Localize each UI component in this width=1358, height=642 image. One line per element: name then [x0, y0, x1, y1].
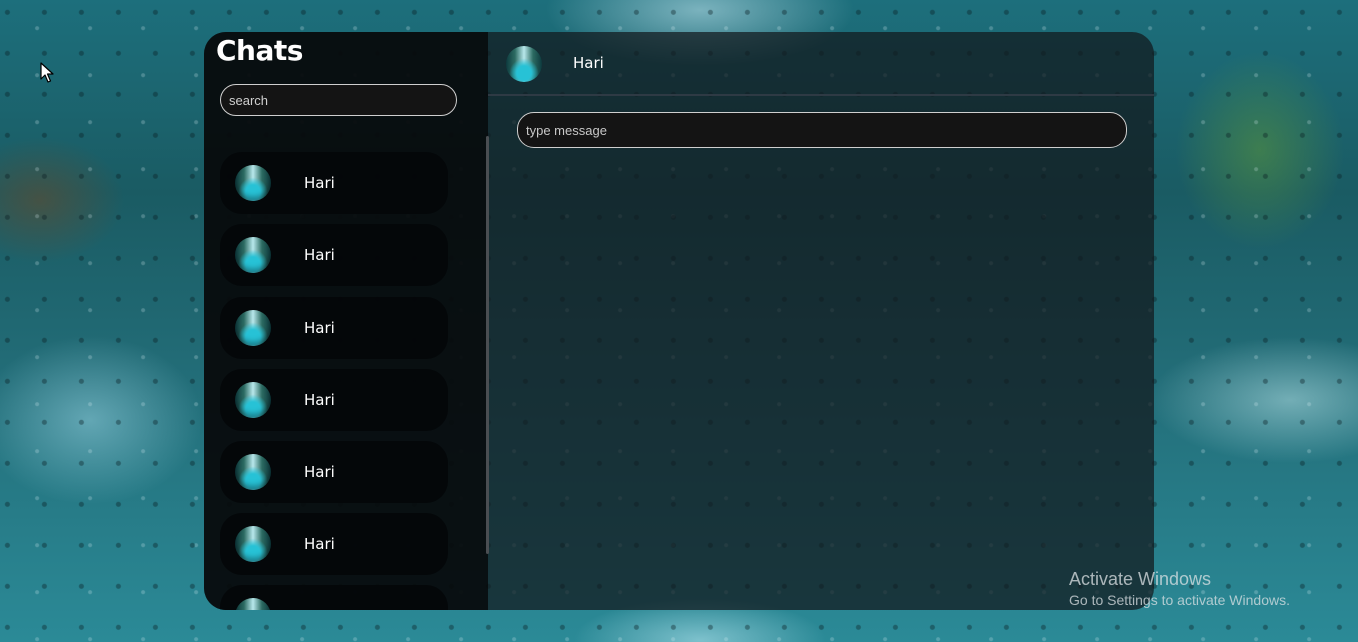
chat-list: Hari Hari Hari Hari Hari Hari — [220, 152, 450, 610]
chat-list-item[interactable]: Hari — [220, 152, 448, 214]
chat-list-item[interactable] — [220, 585, 448, 610]
avatar-photo-icon — [235, 526, 271, 562]
avatar-photo-icon — [235, 598, 271, 610]
chat-list-item[interactable]: Hari — [220, 224, 448, 286]
chat-list-item[interactable]: Hari — [220, 369, 448, 431]
mouse-pointer-icon — [40, 62, 54, 84]
watermark-subtitle: Go to Settings to activate Windows. — [1069, 592, 1290, 608]
chat-item-name: Hari — [304, 319, 335, 337]
sidebar-title: Chats — [216, 34, 303, 67]
chat-list-scrollbar[interactable] — [486, 136, 489, 554]
chat-list-item[interactable]: Hari — [220, 441, 448, 503]
chat-item-name: Hari — [304, 463, 335, 481]
avatar-photo-icon[interactable] — [506, 46, 542, 82]
chat-item-name: Hari — [304, 174, 335, 192]
avatar-photo-icon — [235, 310, 271, 346]
conversation-contact-name: Hari — [573, 54, 604, 72]
conversation-header: Hari — [488, 32, 1154, 96]
watermark-title: Activate Windows — [1069, 569, 1212, 589]
avatar-photo-icon — [235, 165, 271, 201]
avatar-photo-icon — [235, 382, 271, 418]
chat-item-name: Hari — [304, 535, 335, 553]
chat-app-window: Chats Hari Hari Hari Hari Hari — [204, 32, 1154, 610]
activate-windows-watermark: Activate Windows Go to Settings to activ… — [1069, 569, 1290, 608]
search-input[interactable] — [220, 84, 457, 116]
chat-list-item[interactable]: Hari — [220, 513, 448, 575]
message-input[interactable] — [517, 112, 1127, 148]
chat-item-name: Hari — [304, 246, 335, 264]
chat-item-name: Hari — [304, 391, 335, 409]
avatar-photo-icon — [235, 237, 271, 273]
avatar-photo-icon — [235, 454, 271, 490]
chat-list-item[interactable]: Hari — [220, 297, 448, 359]
chats-sidebar: Chats Hari Hari Hari Hari Hari — [204, 32, 488, 610]
